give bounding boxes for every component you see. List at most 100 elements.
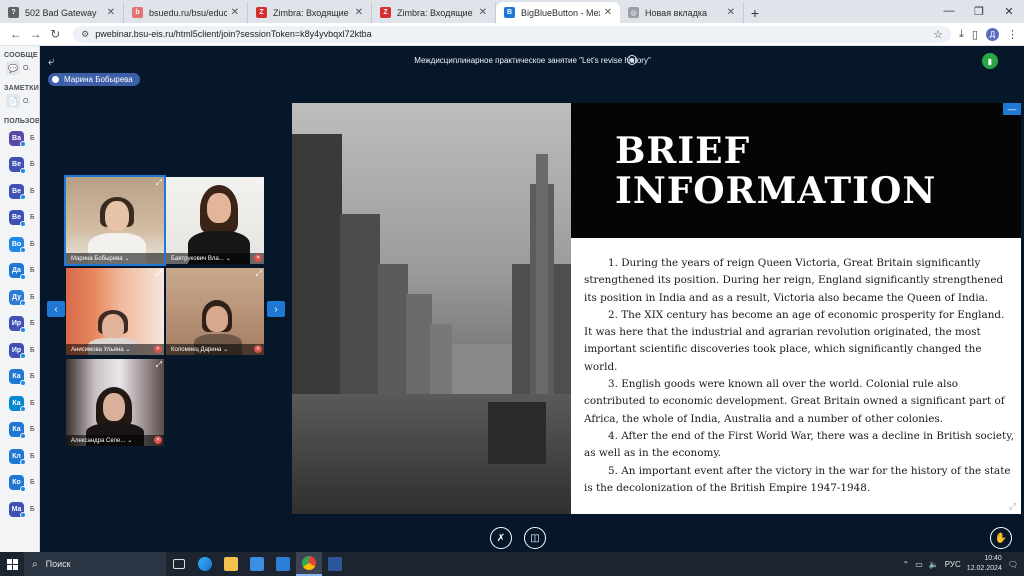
volume-icon[interactable]: 🔈 bbox=[929, 560, 939, 569]
user-name: Б bbox=[30, 452, 35, 460]
user-list-item[interactable]: Да Б bbox=[0, 258, 39, 285]
user-list-item[interactable]: Ка Б bbox=[0, 417, 39, 444]
address-bar[interactable]: ⚙ pwebinar.bsu-eis.ru/html5client/join?s… bbox=[73, 25, 952, 43]
user-list-item[interactable]: Кл Б bbox=[0, 443, 39, 470]
user-name: Б bbox=[30, 134, 35, 142]
start-button[interactable] bbox=[0, 552, 24, 576]
tab-title: Zimbra: Входящие (21) bbox=[397, 7, 475, 18]
download-icon[interactable]: ⤓ bbox=[959, 28, 964, 41]
close-tab-icon[interactable]: ✕ bbox=[604, 7, 612, 18]
share-webcam-button[interactable]: ◫ bbox=[524, 527, 546, 549]
bookmark-star-icon[interactable]: ☆ bbox=[933, 28, 943, 41]
forward-arrow-icon[interactable]: → bbox=[26, 27, 46, 41]
unmute-microphone-button[interactable]: ✗ bbox=[490, 527, 512, 549]
browser-tab[interactable]: Z Zimbra: Входящие (21) ✕ bbox=[248, 2, 372, 23]
user-audio-icon bbox=[20, 300, 26, 306]
user-audio-icon bbox=[20, 459, 26, 465]
fullscreen-icon[interactable]: ⤢ bbox=[156, 360, 162, 370]
search-icon: ⌕ bbox=[32, 558, 38, 570]
user-list-item[interactable]: Ир Б bbox=[0, 337, 39, 364]
user-list-item[interactable]: Ве Б bbox=[0, 178, 39, 205]
mail-app-icon[interactable] bbox=[270, 552, 296, 576]
edge-app-icon[interactable] bbox=[192, 552, 218, 576]
user-name: Б bbox=[30, 161, 35, 169]
close-tab-icon[interactable]: ✕ bbox=[727, 7, 735, 18]
store-app-icon[interactable] bbox=[244, 552, 270, 576]
user-audio-icon bbox=[20, 141, 26, 147]
video-tile[interactable]: Коломиец Дарина ⌄ ✕ ⤢ bbox=[166, 268, 264, 355]
reload-icon[interactable]: ↻ bbox=[45, 27, 65, 41]
browser-tab[interactable]: B BigBlueButton - Междисципли ✕ bbox=[496, 2, 620, 23]
tab-title: Zimbra: Входящие (21) bbox=[273, 7, 351, 18]
user-list-item[interactable]: Ва Б bbox=[0, 125, 39, 152]
user-list-item[interactable]: Ко Б bbox=[0, 470, 39, 497]
input-language[interactable]: РУС bbox=[945, 560, 961, 569]
video-tile[interactable]: Анисимова Ульяна ⌄ ✕ ⤢ bbox=[66, 268, 164, 355]
site-info-icon[interactable]: ⚙ bbox=[81, 29, 89, 40]
fullscreen-icon[interactable]: ⤢ bbox=[256, 269, 262, 279]
slide-body: 1. During the years of reign Queen Victo… bbox=[584, 255, 1014, 497]
sidepanel-icon[interactable]: ▯ bbox=[972, 28, 978, 41]
browser-tab[interactable]: b bsuedu.ru/bsu/education/sche ✕ bbox=[124, 2, 248, 23]
user-list-item[interactable]: Ве Б bbox=[0, 152, 39, 179]
close-tab-icon[interactable]: ✕ bbox=[355, 7, 363, 18]
talking-indicator[interactable]: Марина Бобырева bbox=[48, 73, 140, 86]
user-audio-icon bbox=[20, 273, 26, 280]
fullscreen-icon[interactable]: ⤢ bbox=[256, 178, 262, 188]
connection-status-icon[interactable]: ▮ bbox=[982, 53, 998, 69]
fullscreen-icon[interactable]: ⤢ bbox=[156, 178, 162, 188]
user-name: Б bbox=[30, 320, 35, 328]
microphone-icon bbox=[52, 76, 59, 83]
video-tile[interactable]: Баятрукович Вла... ⌄ ✕ ⤢ bbox=[166, 177, 264, 264]
previous-video-page-button[interactable]: ‹ bbox=[47, 301, 65, 317]
close-tab-icon[interactable]: ✕ bbox=[479, 7, 487, 18]
file-explorer-icon[interactable] bbox=[218, 552, 244, 576]
video-user-name: Марина Бобырева bbox=[71, 255, 123, 262]
new-tab-button[interactable]: + bbox=[744, 2, 766, 23]
user-list-item[interactable]: Ка Б bbox=[0, 364, 39, 391]
fullscreen-icon[interactable]: ⤢ bbox=[156, 269, 162, 279]
word-app-icon[interactable] bbox=[322, 552, 348, 576]
taskbar-search[interactable]: ⌕ Поиск bbox=[24, 552, 166, 576]
messages-section-title: СООБЩЕ bbox=[4, 52, 38, 59]
user-name: Б bbox=[30, 399, 35, 407]
close-tab-icon[interactable]: ✕ bbox=[107, 7, 115, 18]
close-tab-icon[interactable]: ✕ bbox=[231, 7, 239, 18]
presentation-fullscreen-icon[interactable]: ⤢ bbox=[1009, 501, 1020, 512]
raise-hand-button[interactable]: ✋ bbox=[990, 527, 1012, 549]
tray-overflow-icon[interactable]: ⌃ bbox=[903, 560, 910, 569]
search-label: Поиск bbox=[45, 559, 71, 569]
video-tile[interactable]: Марина Бобырева ⌄ ⤢ bbox=[64, 175, 166, 266]
profile-avatar[interactable]: Д bbox=[985, 27, 999, 41]
browser-tab[interactable]: ? 502 Bad Gateway ✕ bbox=[0, 2, 124, 23]
notifications-icon[interactable]: 🗨 bbox=[1008, 560, 1018, 569]
shared-notes-item[interactable]: 📄 О. bbox=[0, 92, 39, 108]
back-arrow-icon[interactable]: ← bbox=[6, 27, 26, 41]
maximize-window-button[interactable]: ❐ bbox=[964, 0, 994, 22]
user-audio-icon bbox=[20, 247, 26, 253]
minimize-presentation-button[interactable]: — bbox=[1003, 103, 1021, 115]
network-icon[interactable]: ▭ bbox=[915, 560, 923, 569]
chrome-app-icon[interactable] bbox=[296, 552, 322, 576]
user-list-item[interactable]: Ир Б bbox=[0, 311, 39, 338]
video-tile[interactable]: Александра Селе... ⌄ ✕ ⤢ bbox=[66, 359, 164, 446]
talking-user-name: Марина Бобырева bbox=[64, 75, 133, 84]
browser-tab[interactable]: ◎ Новая вкладка ✕ bbox=[620, 2, 744, 23]
menu-kebab-icon[interactable]: ⋮ bbox=[1007, 28, 1018, 41]
notes-icon: 📄 bbox=[6, 94, 20, 108]
recording-indicator-icon[interactable] bbox=[627, 55, 637, 65]
user-list-item[interactable]: Во Б bbox=[0, 231, 39, 258]
user-list-item[interactable]: Ма Б bbox=[0, 496, 39, 523]
user-name: Б bbox=[30, 187, 35, 195]
clock[interactable]: 10:40 12.02.2024 bbox=[967, 554, 1002, 574]
browser-tab[interactable]: Z Zimbra: Входящие (21) ✕ bbox=[372, 2, 496, 23]
user-list-item[interactable]: Ве Б bbox=[0, 205, 39, 232]
task-view-button[interactable] bbox=[166, 552, 192, 576]
minimize-window-button[interactable]: — bbox=[934, 0, 964, 22]
close-window-button[interactable]: ✕ bbox=[994, 0, 1024, 22]
public-chat-item[interactable]: 💬 О. bbox=[0, 59, 39, 75]
user-list-item[interactable]: Ду Б bbox=[0, 284, 39, 311]
user-list-item[interactable]: Ка Б bbox=[0, 390, 39, 417]
next-video-page-button[interactable]: › bbox=[267, 301, 285, 317]
user-audio-icon bbox=[20, 406, 26, 412]
